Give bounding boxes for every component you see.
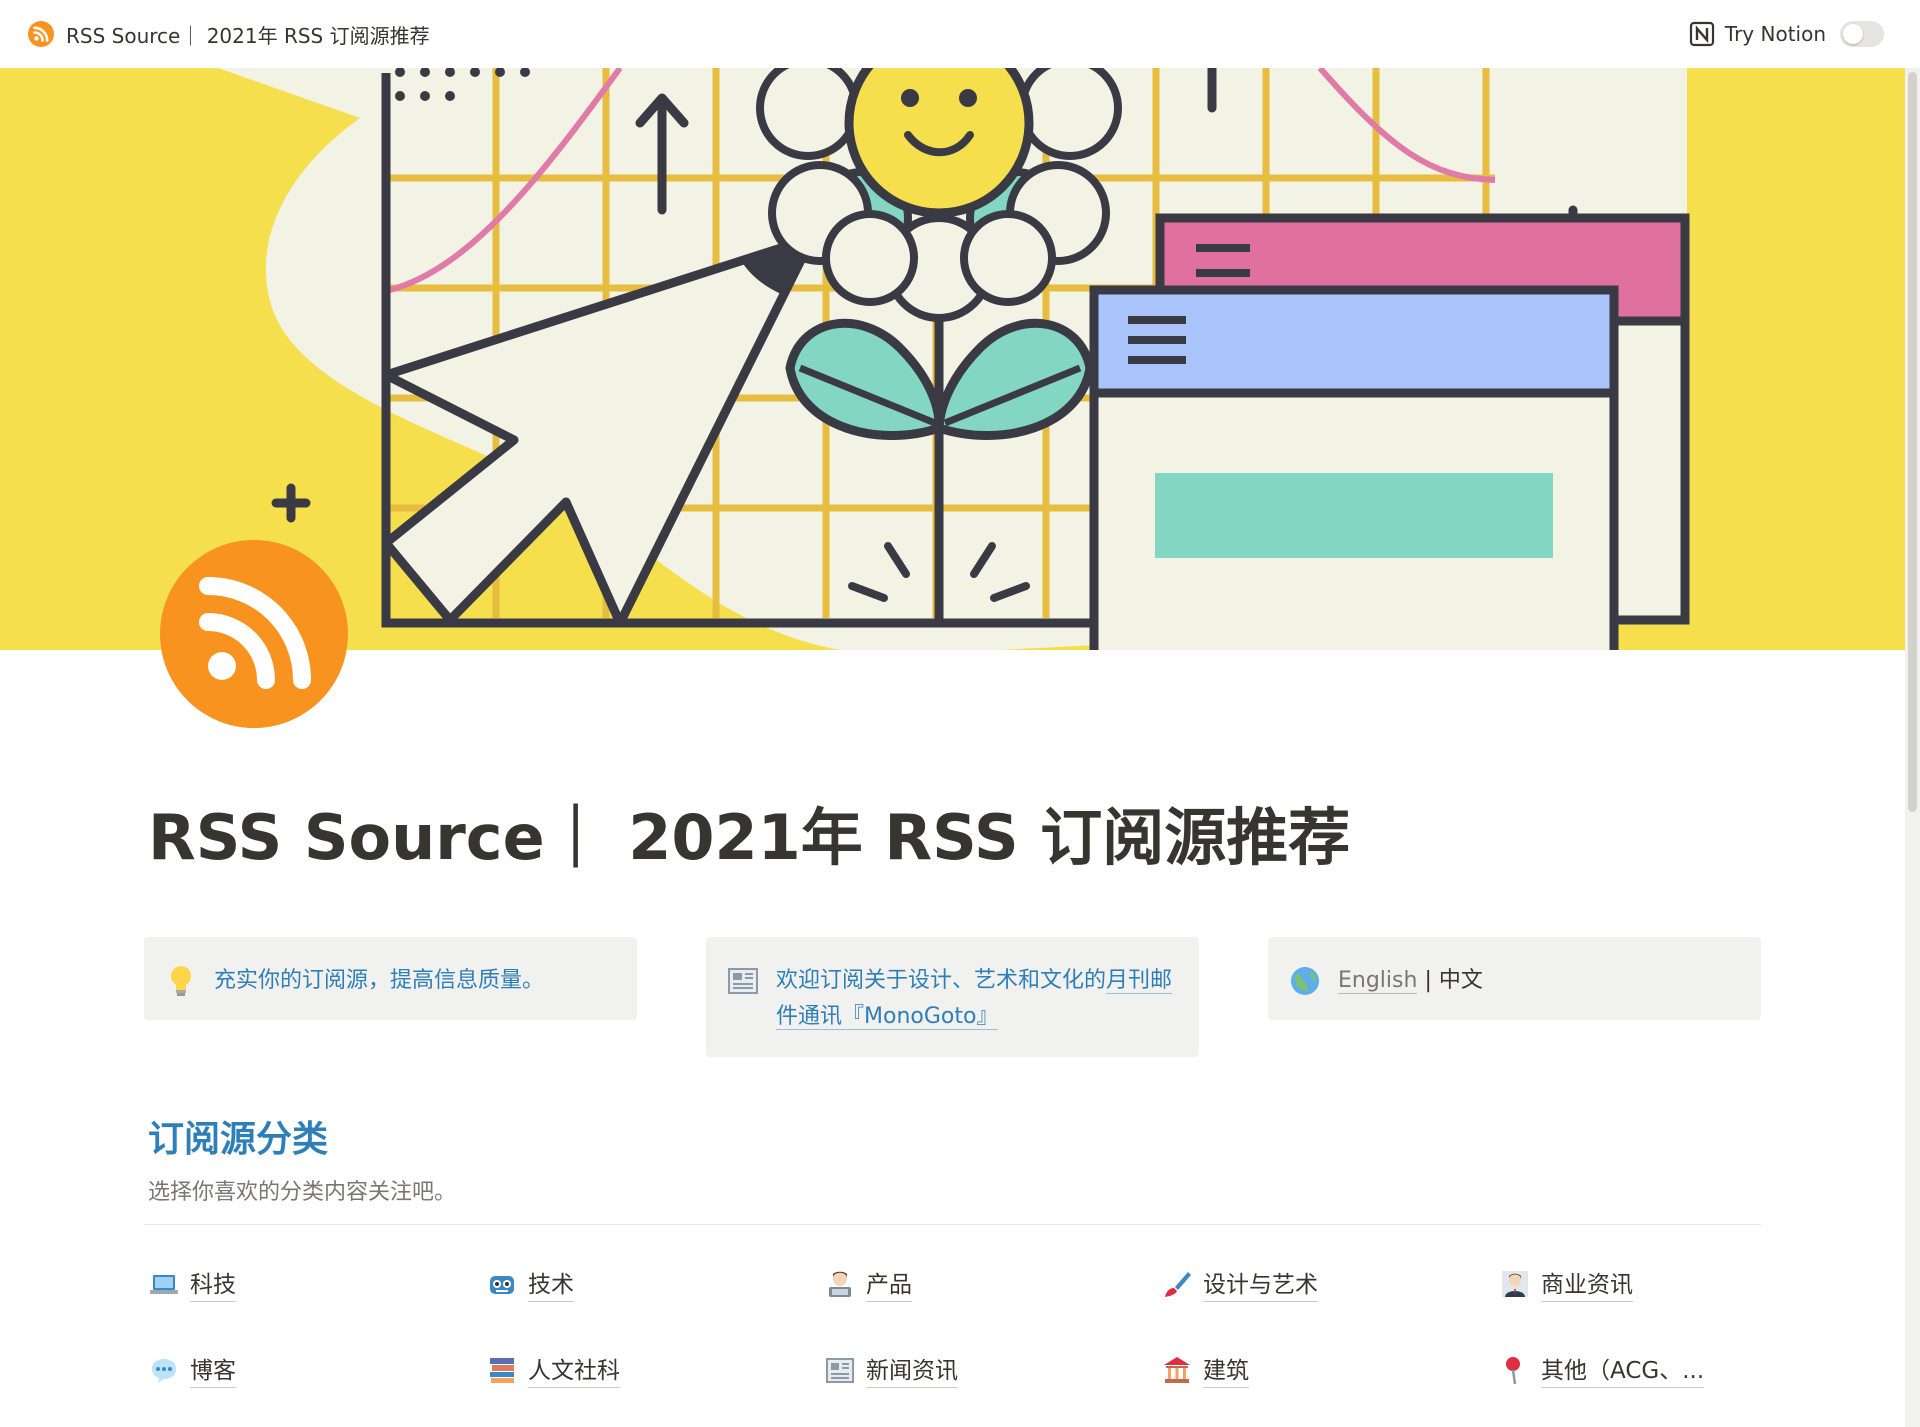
tagline-callout: 充实你的订阅源，提高信息质量。 (144, 937, 637, 1020)
tagline-text: 充实你的订阅源，提高信息质量。 (214, 968, 545, 993)
classical-building-icon (1164, 1356, 1190, 1383)
top-bar: RSS Source｜ 2021年 RSS 订阅源推荐 Try Notion (0, 0, 1920, 68)
newsletter-text: 欢迎订阅关于设计、艺术和文化的 (776, 968, 1107, 993)
notion-logo-icon (1689, 21, 1714, 47)
robot-icon (490, 1275, 514, 1294)
language-chinese: 中文 (1438, 968, 1483, 993)
category-blog[interactable]: 博客 (148, 1351, 236, 1388)
category-label: 科技 (190, 1265, 236, 1302)
paintbrush-icon (1165, 1271, 1191, 1297)
newspaper-icon (728, 968, 758, 994)
category-label: 人文社科 (528, 1351, 620, 1388)
laptop-icon (150, 1274, 178, 1294)
category-business[interactable]: 商业资讯 (1499, 1265, 1633, 1302)
category-tech[interactable]: 科技 (148, 1265, 236, 1302)
category-label: 新闻资讯 (866, 1351, 958, 1388)
toggle-knob (1843, 24, 1863, 44)
divider (144, 1224, 1761, 1225)
books-icon (490, 1357, 514, 1383)
rss-icon (28, 21, 54, 47)
page-rss-icon[interactable] (160, 540, 348, 728)
page-title: RSS Source｜ 2021年 RSS 订阅源推荐 (148, 801, 1351, 874)
globe-icon (1291, 967, 1319, 995)
speech-balloon-icon (152, 1358, 176, 1383)
scrollbar-thumb[interactable] (1908, 72, 1917, 812)
category-news[interactable]: 新闻资讯 (824, 1351, 958, 1388)
pushpin-icon (1506, 1356, 1520, 1384)
theme-toggle[interactable] (1840, 21, 1884, 47)
category-label: 商业资讯 (1541, 1265, 1633, 1302)
newsletter-callout: 欢迎订阅关于设计、艺术和文化的月刊邮件通讯『MonoGoto』 (706, 937, 1199, 1057)
category-label: 建筑 (1203, 1351, 1249, 1388)
breadcrumb[interactable]: RSS Source｜ 2021年 RSS 订阅源推荐 (28, 20, 430, 49)
category-label: 设计与艺术 (1203, 1265, 1318, 1302)
language-callout: English | 中文 (1268, 937, 1761, 1020)
category-label: 博客 (190, 1351, 236, 1388)
section-description: 选择你喜欢的分类内容关注吧。 (148, 1180, 457, 1205)
category-design-art[interactable]: 设计与艺术 (1161, 1265, 1318, 1302)
category-label: 其他（ACG、... (1541, 1351, 1705, 1388)
language-english-link[interactable]: English (1338, 968, 1418, 994)
breadcrumb-title: RSS Source｜ 2021年 RSS 订阅源推荐 (66, 23, 430, 48)
businessman-icon (1502, 1270, 1528, 1297)
technologist-icon (829, 1271, 851, 1297)
light-bulb-icon (171, 966, 191, 996)
category-product[interactable]: 产品 (824, 1265, 912, 1302)
category-label: 技术 (528, 1265, 574, 1302)
try-notion-link[interactable]: Try Notion (1725, 22, 1826, 46)
section-title: 订阅源分类 (148, 1119, 329, 1160)
category-label: 产品 (866, 1265, 912, 1302)
language-separator: | (1417, 968, 1439, 993)
scrollbar[interactable] (1905, 68, 1920, 1427)
category-humanities[interactable]: 人文社科 (486, 1351, 620, 1388)
category-other[interactable]: 其他（ACG、... (1499, 1351, 1705, 1388)
newspaper-icon (826, 1357, 854, 1383)
category-architecture[interactable]: 建筑 (1161, 1351, 1249, 1388)
category-technique[interactable]: 技术 (486, 1265, 574, 1302)
